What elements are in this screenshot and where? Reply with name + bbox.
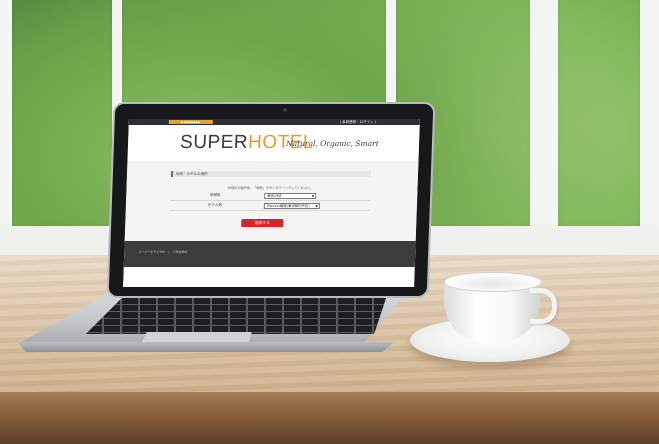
hotel-select[interactable]: Premier銀座(東京都中央区) ▼ bbox=[263, 202, 321, 209]
form-row-region: 地域名 東京23区 ▼ bbox=[170, 191, 371, 201]
brand-tagline: Natural, Organic, Smart bbox=[285, 139, 379, 148]
site-bottom-area bbox=[123, 267, 415, 287]
search-button[interactable]: 検索する bbox=[241, 219, 284, 227]
hotel-label: ホテル名 bbox=[207, 203, 223, 207]
logo-super-text: SUPER bbox=[179, 132, 249, 153]
cup-rim bbox=[444, 272, 542, 292]
search-panel: 地域・ホテルの選択 地域名を選択後、「検索」ボタンをクリックしてください。 地域… bbox=[124, 161, 419, 241]
keyboard-rows bbox=[86, 298, 386, 334]
window-frame-right bbox=[640, 0, 659, 260]
window-frame-mullion-3 bbox=[530, 0, 558, 240]
hotel-select-value: Premier銀座(東京都中央区) bbox=[266, 203, 310, 208]
laptop-screen: ▶ ▶▶▶▶▶▶▶ | 会員登録・ログイン | SUPERHOTEL Natur… bbox=[123, 119, 420, 287]
region-label: 地域名 bbox=[209, 193, 221, 197]
laptop-base-lip bbox=[17, 342, 394, 352]
cup-handle bbox=[530, 288, 557, 324]
instruction-text: 地域名を選択後、「検索」ボタンをクリックしてください。 bbox=[227, 186, 314, 190]
chevron-down-icon: ▼ bbox=[315, 203, 318, 208]
region-select[interactable]: 東京23区 ▼ bbox=[264, 192, 317, 199]
chevron-down-icon: ▼ bbox=[311, 193, 315, 198]
region-select-value: 東京23区 bbox=[267, 193, 282, 198]
topbar-tab[interactable]: ▶ ▶▶▶▶▶▶▶ bbox=[168, 120, 213, 124]
form-row-hotel: ホテル名 Premier銀座(東京都中央区) ▼ bbox=[169, 201, 371, 211]
table-edge bbox=[0, 392, 659, 444]
footer-links[interactable]: スーパーホテルTOP | ご利用規約 bbox=[138, 250, 187, 254]
webcam-icon bbox=[283, 108, 287, 112]
section-title: 地域・ホテルの選択 bbox=[170, 171, 372, 177]
site-footer: スーパーホテルTOP | ご利用規約 bbox=[123, 241, 416, 267]
window-frame-left bbox=[0, 0, 12, 260]
